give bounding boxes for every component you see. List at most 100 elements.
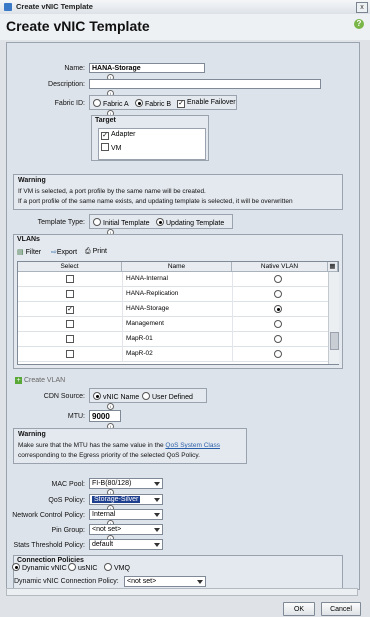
cancel-button[interactable]: Cancel xyxy=(321,602,361,616)
fabric-a-option[interactable]: Fabric A xyxy=(93,99,129,108)
scrollbar-thumb[interactable] xyxy=(330,332,339,350)
template-type-group: Initial Template Updating Template xyxy=(89,214,233,229)
table-row[interactable]: HANA-Replication xyxy=(18,287,328,302)
vmq-radio[interactable] xyxy=(104,563,112,571)
table-row[interactable]: MapR-01 xyxy=(18,332,328,347)
adapter-checkbox[interactable]: ✓ xyxy=(101,132,109,140)
mtu-input[interactable]: 9000 xyxy=(89,410,121,422)
column-divider xyxy=(122,332,123,347)
create-vlan-button[interactable]: + Create VLAN xyxy=(15,377,65,384)
name-input[interactable]: HANA-Storage xyxy=(89,63,205,73)
description-label: Description: xyxy=(48,81,85,88)
description-input[interactable] xyxy=(89,79,321,89)
vlan-select-cell[interactable] xyxy=(66,290,76,299)
chevron-down-icon xyxy=(154,528,160,532)
column-divider xyxy=(232,272,233,287)
help-icon[interactable]: ? xyxy=(354,19,364,29)
vlan-name-cell: MapR-01 xyxy=(126,335,153,342)
native-vlan-radio[interactable] xyxy=(274,320,282,328)
enable-failover-checkbox[interactable]: ✓ xyxy=(177,100,185,108)
column-divider xyxy=(122,272,123,287)
column-divider xyxy=(232,302,233,317)
vlan-select-cell[interactable]: ✓ xyxy=(66,305,76,314)
vlan-select-checkbox[interactable] xyxy=(66,320,74,328)
print-button[interactable]: ⎙ Print xyxy=(85,248,107,256)
dynamic-vnic-connection-policy-label: Dynamic vNIC Connection Policy: xyxy=(14,578,119,585)
table-row[interactable]: HANA-Internal xyxy=(18,272,328,287)
export-button[interactable]: ⇨Export xyxy=(51,248,77,256)
column-divider xyxy=(232,347,233,362)
native-vlan-radio[interactable] xyxy=(274,275,282,283)
updating-template-option[interactable]: Updating Template xyxy=(156,218,224,227)
warning-title: Warning xyxy=(18,177,46,184)
filter-button[interactable]: ▤ Filter xyxy=(17,248,41,256)
table-scrollbar[interactable] xyxy=(328,272,339,364)
stats-threshold-policy-label: Stats Threshold Policy: xyxy=(13,542,85,549)
fabric-b-option[interactable]: Fabric B xyxy=(135,99,171,108)
native-vlan-cell[interactable] xyxy=(274,320,284,329)
vlan-select-cell[interactable] xyxy=(66,335,76,344)
native-vlan-cell[interactable] xyxy=(274,350,284,359)
column-header-name[interactable]: Name xyxy=(122,262,232,272)
fabric-a-label: Fabric A xyxy=(103,101,129,108)
native-vlan-radio[interactable] xyxy=(274,350,282,358)
column-chooser-icon[interactable]: ▦ xyxy=(328,262,338,272)
initial-template-option[interactable]: Initial Template xyxy=(93,218,150,227)
form-panel: Name: HANA-Storage i Description: i Fabr… xyxy=(6,42,360,590)
qos-policy-select[interactable]: Storage-Silver xyxy=(89,494,163,505)
qos-system-class-link[interactable]: QoS System Class xyxy=(165,442,220,449)
column-header-native-vlan[interactable]: Native VLAN xyxy=(232,262,328,272)
native-vlan-cell[interactable] xyxy=(274,290,284,299)
enable-failover-option[interactable]: ✓ Enable Failover xyxy=(177,99,236,108)
vlan-select-cell[interactable] xyxy=(66,320,76,329)
vlan-select-checkbox[interactable] xyxy=(66,335,74,343)
network-control-policy-select[interactable]: Internal xyxy=(89,509,163,520)
create-vlan-label: Create VLAN xyxy=(23,377,66,384)
native-vlan-radio[interactable] xyxy=(274,335,282,343)
mac-pool-select[interactable]: FI-B(80/128) xyxy=(89,478,163,489)
cdn-vnic-name-radio[interactable] xyxy=(93,392,101,400)
dynamic-vnic-connection-policy-select[interactable]: <not set> xyxy=(124,576,206,587)
native-vlan-cell[interactable] xyxy=(274,305,284,314)
native-vlan-cell[interactable] xyxy=(274,335,284,344)
dynamic-vnic-radio[interactable] xyxy=(12,563,20,571)
vlan-select-cell[interactable] xyxy=(66,275,76,284)
vmq-label: VMQ xyxy=(114,565,130,572)
fabric-a-radio[interactable] xyxy=(93,99,101,107)
vm-checkbox[interactable] xyxy=(101,143,109,151)
table-row[interactable]: ✓ HANA-Storage xyxy=(18,302,328,317)
usnic-option[interactable]: usNIC xyxy=(68,563,97,572)
vlan-select-checkbox[interactable] xyxy=(66,290,74,298)
native-vlan-cell[interactable] xyxy=(274,275,284,284)
target-adapter-option[interactable]: ✓ Adapter xyxy=(101,131,136,140)
native-vlan-radio[interactable] xyxy=(274,305,282,313)
cdn-user-defined-radio[interactable] xyxy=(142,392,150,400)
native-vlan-radio[interactable] xyxy=(274,290,282,298)
vlans-title: VLANs xyxy=(17,236,40,243)
usnic-radio[interactable] xyxy=(68,563,76,571)
table-row[interactable]: MapR-02 xyxy=(18,347,328,362)
vmq-option[interactable]: VMQ xyxy=(104,563,130,572)
stats-threshold-policy-select[interactable]: default xyxy=(89,539,163,550)
close-button[interactable]: x xyxy=(356,2,368,13)
horizontal-scrollbar[interactable] xyxy=(6,588,358,596)
fabric-b-label: Fabric B xyxy=(145,101,172,108)
vlan-select-checkbox[interactable]: ✓ xyxy=(66,306,74,314)
cdn-user-defined-option[interactable]: User Defined xyxy=(142,392,193,401)
cdn-vnic-name-option[interactable]: vNIC Name xyxy=(93,392,139,401)
vlan-select-cell[interactable] xyxy=(66,350,76,359)
column-divider xyxy=(232,332,233,347)
pin-group-select[interactable]: <not set> xyxy=(89,524,163,535)
column-divider xyxy=(122,287,123,302)
vlan-select-checkbox[interactable] xyxy=(66,350,74,358)
table-row[interactable]: Management xyxy=(18,317,328,332)
vlan-select-checkbox[interactable] xyxy=(66,275,74,283)
updating-template-radio[interactable] xyxy=(156,218,164,226)
fabric-b-radio[interactable] xyxy=(135,99,143,107)
fabric-id-label: Fabric ID: xyxy=(54,100,85,107)
ok-button[interactable]: OK xyxy=(283,602,315,616)
column-header-select[interactable]: Select xyxy=(18,262,122,272)
dynamic-vnic-option[interactable]: Dynamic vNIC xyxy=(12,563,67,572)
target-vm-option[interactable]: VM xyxy=(101,143,122,152)
initial-template-radio[interactable] xyxy=(93,218,101,226)
